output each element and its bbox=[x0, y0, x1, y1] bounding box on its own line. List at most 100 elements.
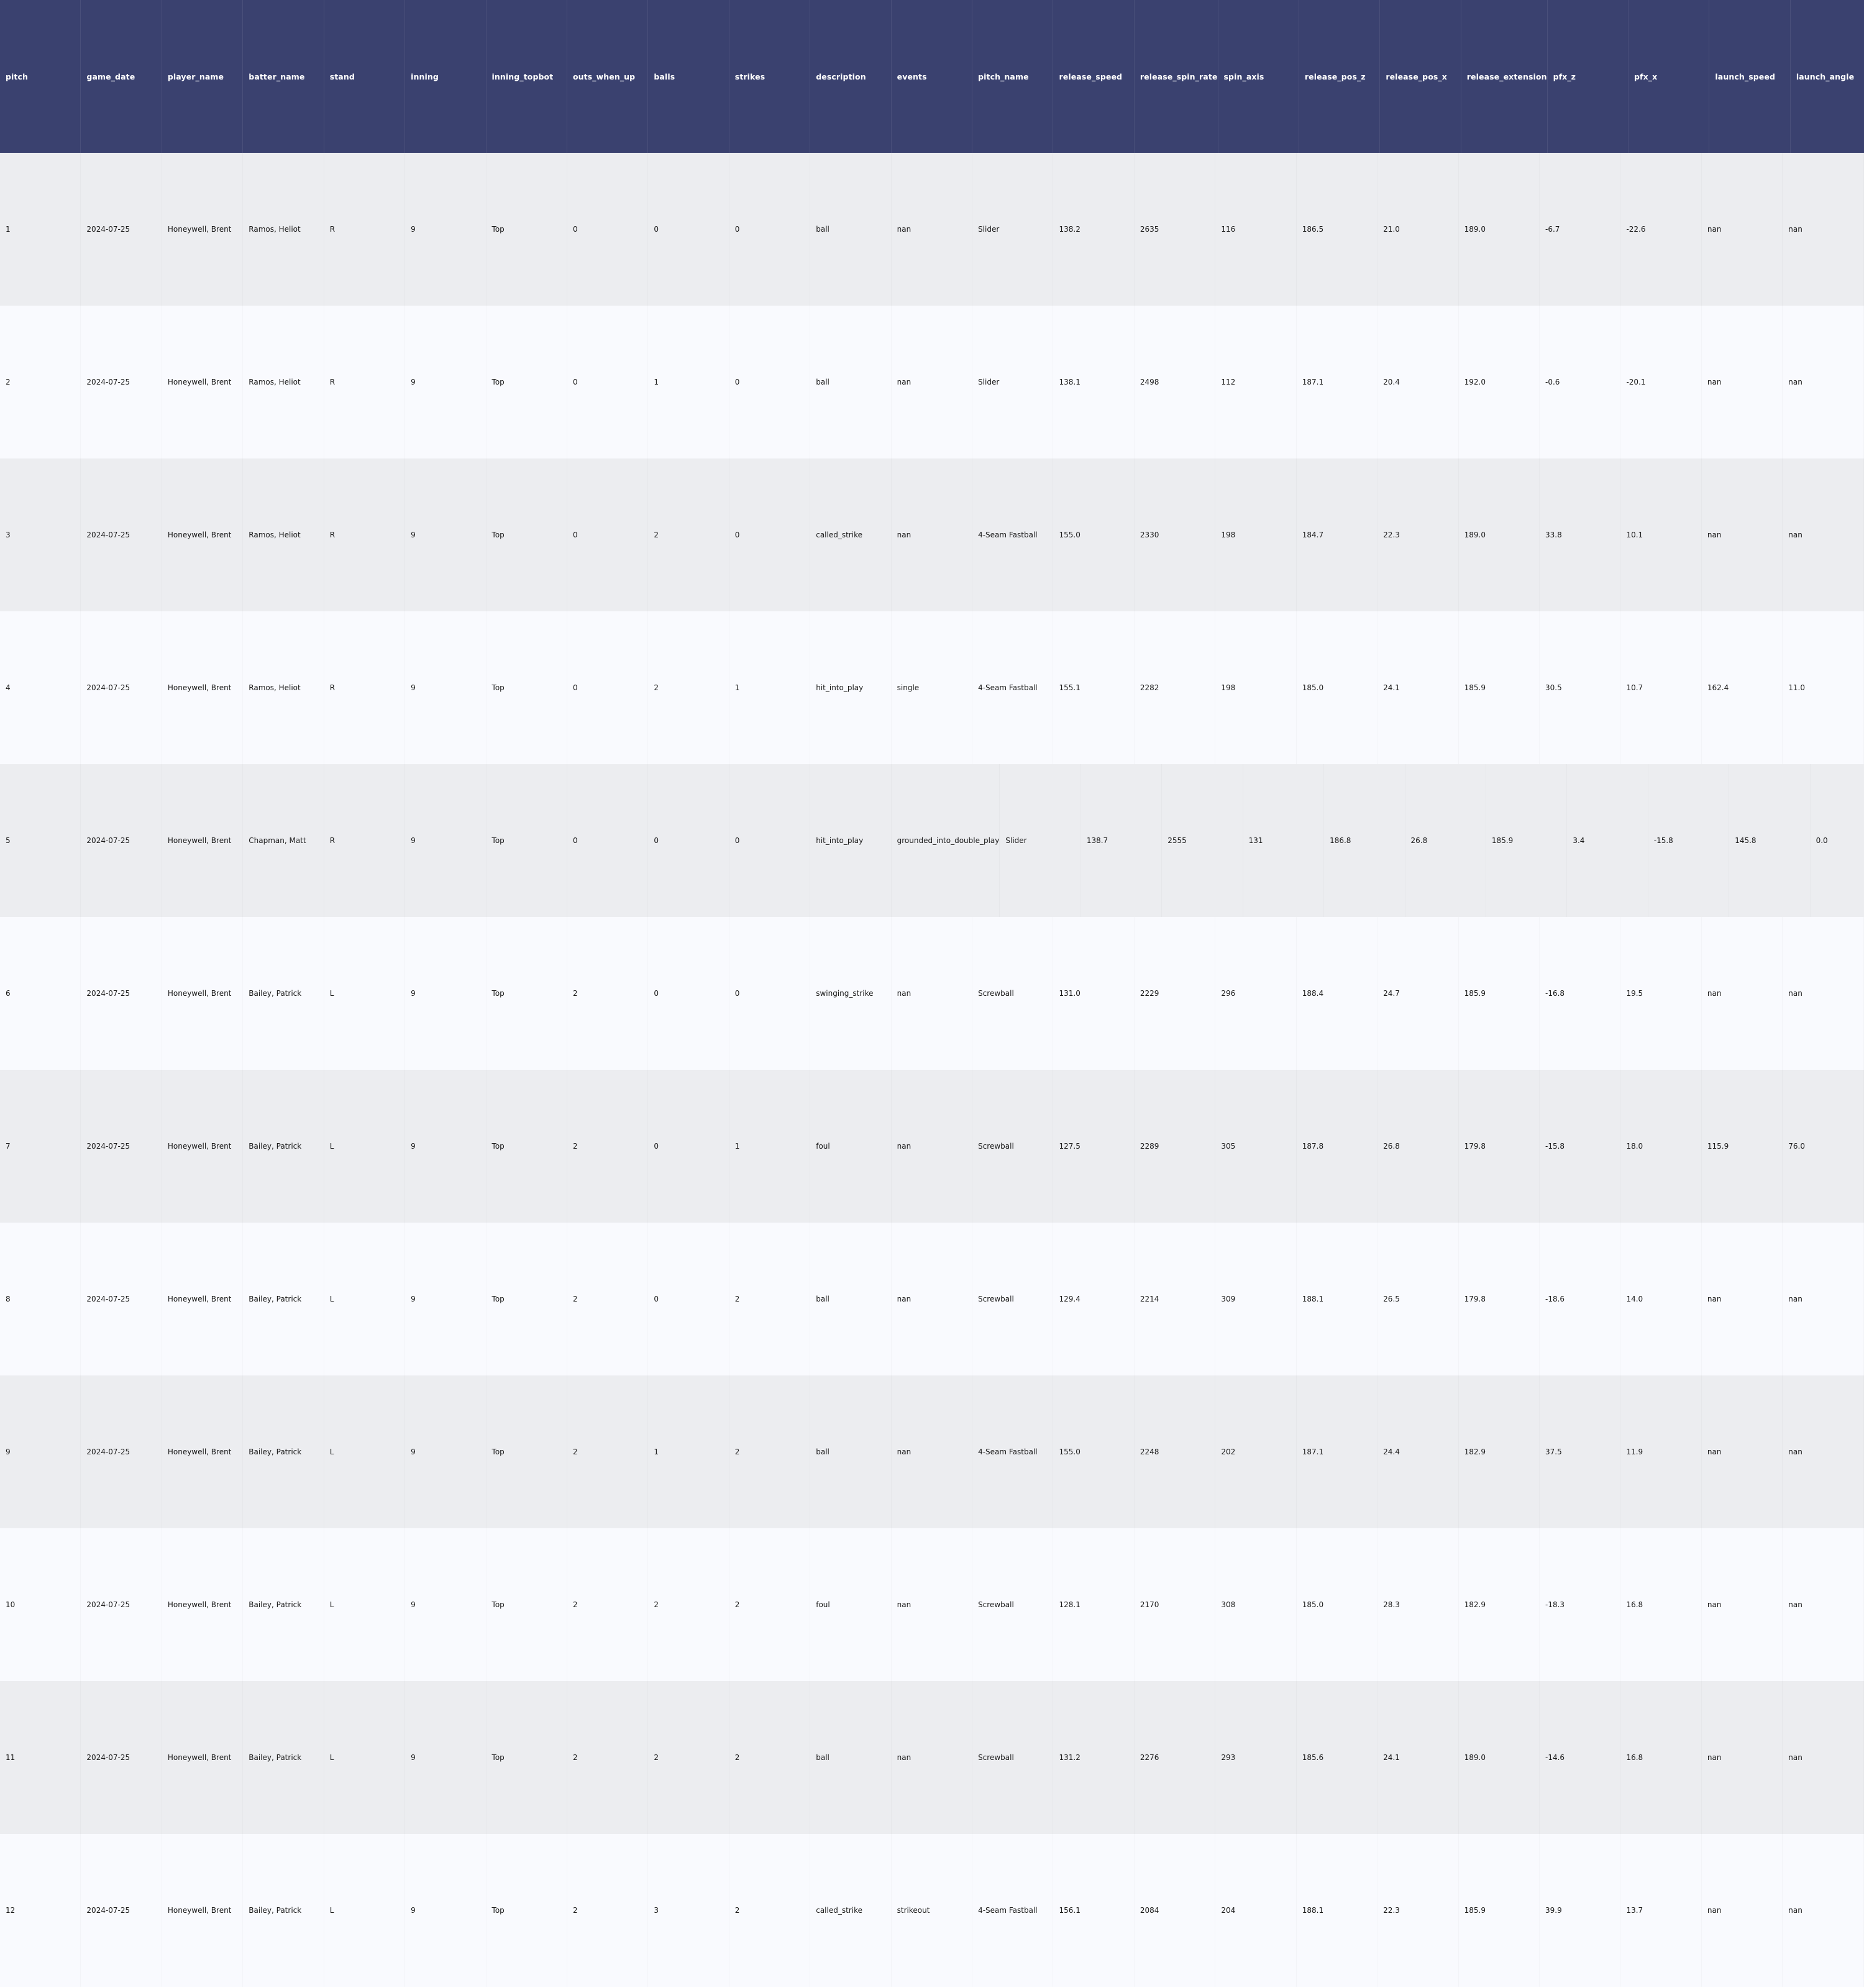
column-header-inning-topbot[interactable]: inning_topbot bbox=[487, 0, 567, 153]
table-cell-stand: R bbox=[324, 306, 405, 458]
table-cell-stand: L bbox=[324, 1834, 405, 1987]
table-cell-inning: 9 bbox=[405, 611, 486, 764]
table-cell-events: nan bbox=[892, 1375, 972, 1528]
table-cell-inning: 9 bbox=[405, 1528, 486, 1681]
column-header-player-name[interactable]: player_name bbox=[162, 0, 244, 153]
table-cell-batter-name: Ramos, Heliot bbox=[243, 153, 324, 306]
table-cell-balls: 0 bbox=[648, 764, 729, 917]
table-cell-description: ball bbox=[810, 306, 891, 458]
table-cell-pitch: 1 bbox=[0, 153, 81, 306]
table-cell-inning: 9 bbox=[405, 1681, 486, 1834]
table-cell-batter-name: Ramos, Heliot bbox=[243, 458, 324, 611]
table-cell-release-speed: 131.0 bbox=[1053, 917, 1134, 1070]
table-cell-release-pos-z: 187.1 bbox=[1297, 306, 1377, 458]
table-cell-inning-topbot: Top bbox=[487, 1834, 567, 1987]
table-cell-description: ball bbox=[810, 1681, 891, 1834]
table-cell-pfx-z: 30.5 bbox=[1540, 611, 1620, 764]
table-cell-spin-axis: 112 bbox=[1215, 306, 1296, 458]
column-header-game-date[interactable]: game_date bbox=[81, 0, 162, 153]
table-cell-release-spin-rate: 2555 bbox=[1162, 764, 1243, 917]
table-cell-game-date: 2024-07-25 bbox=[81, 1375, 162, 1528]
column-header-launch-angle[interactable]: launch_angle bbox=[1791, 0, 1864, 153]
table-cell-outs-when-up: 0 bbox=[567, 458, 648, 611]
table-row[interactable]: 2 2024-07-25 Honeywell, Brent Ramos, Heliot… bbox=[0, 306, 1864, 458]
table-cell-outs-when-up: 2 bbox=[567, 1223, 648, 1375]
table-cell-spin-axis: 305 bbox=[1215, 1070, 1296, 1223]
table-cell-pitch: 11 bbox=[0, 1681, 81, 1834]
table-cell-stand: L bbox=[324, 1681, 405, 1834]
column-header-inning[interactable]: inning bbox=[405, 0, 487, 153]
column-header-launch-speed[interactable]: launch_speed bbox=[1709, 0, 1791, 153]
column-header-balls[interactable]: balls bbox=[648, 0, 729, 153]
table-cell-player-name: Honeywell, Brent bbox=[162, 1223, 243, 1375]
column-header-pitch-name[interactable]: pitch_name bbox=[972, 0, 1054, 153]
column-header-description[interactable]: description bbox=[810, 0, 892, 153]
table-row[interactable]: 6 2024-07-25 Honeywell, Brent Bailey, Patri… bbox=[0, 917, 1864, 1070]
table-cell-outs-when-up: 0 bbox=[567, 153, 648, 306]
table-cell-spin-axis: 204 bbox=[1215, 1834, 1296, 1987]
table-cell-description: ball bbox=[810, 1223, 891, 1375]
column-header-batter-name[interactable]: batter_name bbox=[243, 0, 324, 153]
column-header-events[interactable]: events bbox=[892, 0, 973, 153]
column-header-release-spin-rate[interactable]: release_spin_rate bbox=[1135, 0, 1218, 153]
table-cell-release-pos-z: 188.4 bbox=[1297, 917, 1377, 1070]
column-header-spin-axis[interactable]: spin_axis bbox=[1218, 0, 1299, 153]
table-cell-balls: 0 bbox=[648, 1223, 729, 1375]
column-header-outs-when-up[interactable]: outs_when_up bbox=[567, 0, 649, 153]
table-row[interactable]: 10 2024-07-25 Honeywell, Brent Bailey, Patr… bbox=[0, 1528, 1864, 1681]
table-cell-inning: 9 bbox=[405, 1223, 486, 1375]
table-cell-game-date: 2024-07-25 bbox=[81, 1681, 162, 1834]
table-cell-strikes: 2 bbox=[729, 1223, 810, 1375]
column-header-release-pos-z[interactable]: release_pos_z bbox=[1299, 0, 1381, 153]
column-header-stand[interactable]: stand bbox=[324, 0, 406, 153]
table-cell-game-date: 2024-07-25 bbox=[81, 611, 162, 764]
table-cell-balls: 0 bbox=[648, 153, 729, 306]
table-cell-description: swinging_strike bbox=[810, 917, 891, 1070]
column-header-pitch[interactable]: pitch bbox=[0, 0, 81, 153]
table-cell-player-name: Honeywell, Brent bbox=[162, 764, 243, 917]
table-header-row: pitch game_date player_name batter_name stan… bbox=[0, 0, 1864, 153]
table-cell-balls: 2 bbox=[648, 458, 729, 611]
table-cell-game-date: 2024-07-25 bbox=[81, 1223, 162, 1375]
table-row[interactable]: 8 2024-07-25 Honeywell, Brent Bailey, Patri… bbox=[0, 1223, 1864, 1375]
table-cell-pfx-x: 16.8 bbox=[1620, 1528, 1701, 1681]
table-cell-launch-angle: nan bbox=[1783, 458, 1863, 611]
table-cell-release-spin-rate: 2084 bbox=[1135, 1834, 1215, 1987]
column-header-pfx-x[interactable]: pfx_x bbox=[1629, 0, 1710, 153]
table-cell-player-name: Honeywell, Brent bbox=[162, 1681, 243, 1834]
table-cell-pitch: 12 bbox=[0, 1834, 81, 1987]
table-row[interactable]: 12 2024-07-25 Honeywell, Brent Bailey, Patr… bbox=[0, 1834, 1864, 1987]
table-cell-pitch: 7 bbox=[0, 1070, 81, 1223]
table-cell-launch-angle: nan bbox=[1783, 1528, 1863, 1681]
table-row[interactable]: 4 2024-07-25 Honeywell, Brent Ramos, Heliot… bbox=[0, 611, 1864, 764]
table-cell-strikes: 2 bbox=[729, 1681, 810, 1834]
table-cell-pitch-name: Screwball bbox=[972, 1528, 1053, 1681]
column-header-pfx-z[interactable]: pfx_z bbox=[1548, 0, 1629, 153]
table-cell-release-pos-z: 187.8 bbox=[1297, 1070, 1377, 1223]
table-cell-inning: 9 bbox=[405, 153, 486, 306]
table-cell-events: nan bbox=[892, 306, 972, 458]
table-row[interactable]: 5 2024-07-25 Honeywell, Brent Chapman, Matt… bbox=[0, 764, 1864, 917]
table-row[interactable]: 11 2024-07-25 Honeywell, Brent Bailey, Patr… bbox=[0, 1681, 1864, 1834]
column-header-strikes[interactable]: strikes bbox=[729, 0, 811, 153]
table-cell-strikes: 0 bbox=[729, 917, 810, 1070]
table-cell-pitch-name: 4-Seam Fastball bbox=[972, 1375, 1053, 1528]
pitch-data-table: pitch game_date player_name batter_name stan… bbox=[0, 0, 1864, 1988]
table-cell-stand: R bbox=[324, 458, 405, 611]
table-cell-events: nan bbox=[892, 1223, 972, 1375]
column-header-release-speed[interactable]: release_speed bbox=[1053, 0, 1135, 153]
table-cell-pitch-name: 4-Seam Fastball bbox=[972, 458, 1053, 611]
table-row[interactable]: 3 2024-07-25 Honeywell, Brent Ramos, Heliot… bbox=[0, 458, 1864, 611]
table-cell-spin-axis: 198 bbox=[1215, 458, 1296, 611]
table-row[interactable]: 1 2024-07-25 Honeywell, Brent Ramos, Heliot… bbox=[0, 153, 1864, 306]
table-cell-pfx-x: -20.1 bbox=[1620, 306, 1701, 458]
table-cell-release-speed: 156.1 bbox=[1053, 1834, 1134, 1987]
column-header-release-extension[interactable]: release_extension bbox=[1461, 0, 1548, 153]
table-row[interactable]: 9 2024-07-25 Honeywell, Brent Bailey, Patri… bbox=[0, 1375, 1864, 1528]
table-cell-stand: L bbox=[324, 1375, 405, 1528]
table-cell-release-spin-rate: 2248 bbox=[1135, 1375, 1215, 1528]
table-row[interactable]: 7 2024-07-25 Honeywell, Brent Bailey, Patri… bbox=[0, 1070, 1864, 1223]
table-cell-game-date: 2024-07-25 bbox=[81, 306, 162, 458]
table-cell-release-speed: 155.0 bbox=[1053, 458, 1134, 611]
column-header-release-pos-x[interactable]: release_pos_x bbox=[1380, 0, 1461, 153]
